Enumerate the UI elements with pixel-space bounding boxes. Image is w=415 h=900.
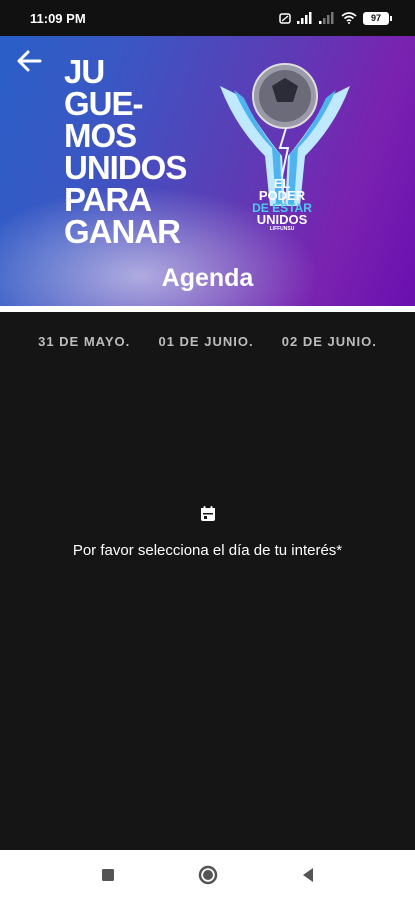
logo-line3: UNIDOS bbox=[256, 212, 308, 227]
circle-icon bbox=[198, 865, 217, 885]
tab-02-junio[interactable]: 02 DE JUNIO. bbox=[278, 326, 381, 356]
signal-icon bbox=[297, 12, 312, 24]
calendar-icon bbox=[200, 506, 215, 521]
status-icons: 97 bbox=[279, 11, 392, 25]
recents-button[interactable] bbox=[93, 860, 123, 890]
home-button[interactable] bbox=[193, 860, 223, 890]
header-divider bbox=[0, 306, 415, 312]
empty-state: Por favor selecciona el día de tu interé… bbox=[0, 505, 415, 559]
page-title: Agenda bbox=[161, 264, 254, 292]
back-button[interactable] bbox=[12, 44, 46, 78]
signal-weak-icon bbox=[319, 12, 334, 24]
battery-level: 97 bbox=[370, 13, 381, 23]
logo-line4: LIFFUNSU bbox=[269, 226, 295, 232]
logo-text: EL PODER DE ESTAR UNIDOS LIFFUNSU bbox=[252, 176, 312, 233]
logo-line1: EL PODER bbox=[258, 176, 306, 203]
status-time: 11:09 PM bbox=[30, 10, 86, 26]
tab-01-junio[interactable]: 01 DE JUNIO. bbox=[154, 326, 257, 356]
square-icon bbox=[101, 869, 114, 881]
triangle-back-icon bbox=[302, 868, 313, 882]
nav-back-button[interactable] bbox=[293, 860, 323, 890]
alarm-icon bbox=[279, 13, 291, 24]
header-banner: JU GUE- MOS UNIDOS PARA GANAR EL PODER D… bbox=[0, 36, 415, 306]
system-nav-bar bbox=[0, 850, 415, 900]
battery-icon: 97 bbox=[363, 11, 392, 25]
arrow-left-icon bbox=[17, 50, 42, 72]
date-tabs: 31 DE MAYO. 01 DE JUNIO. 02 DE JUNIO. bbox=[0, 326, 415, 356]
status-bar: 11:09 PM 97 bbox=[0, 0, 415, 36]
empty-state-message: Por favor selecciona el día de tu interé… bbox=[72, 542, 343, 559]
tab-31-mayo[interactable]: 31 DE MAYO. bbox=[34, 326, 134, 356]
wifi-icon bbox=[341, 12, 357, 24]
campaign-headline: JU GUE- MOS UNIDOS PARA GANAR bbox=[64, 53, 187, 250]
